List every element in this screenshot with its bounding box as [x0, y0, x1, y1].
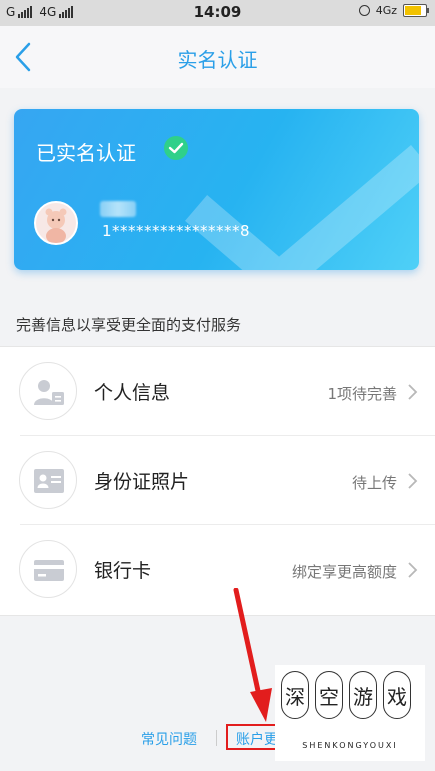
list-item-id-photo[interactable]: 身份证照片 待上传 — [0, 436, 435, 525]
page-title: 实名认证 — [177, 48, 258, 72]
list-item-status: 绑定享更高额度 — [291, 563, 397, 581]
id-card-icon — [19, 451, 77, 509]
list-item-label: 个人信息 — [94, 382, 171, 404]
avatar — [34, 201, 78, 245]
status-bar: G 4G 14:09 4Gz — [0, 0, 435, 26]
section-label: 完善信息以享受更全面的支付服务 — [16, 316, 242, 334]
watermark-char: 游 — [349, 671, 377, 719]
battery-fill — [405, 6, 421, 15]
chevron-right-icon — [408, 384, 418, 400]
list-item-status: 待上传 — [351, 474, 397, 492]
list-item-bank-card[interactable]: 银行卡 绑定享更高额度 — [0, 525, 435, 614]
watermark-char: 空 — [315, 671, 343, 719]
watermark-subtitle: SHENKONGYOUXI — [302, 741, 398, 750]
id-number: 1****************8 — [102, 222, 251, 240]
list-item-label: 身份证照片 — [94, 471, 190, 493]
annotation-arrow-icon — [233, 588, 272, 722]
chevron-right-icon — [408, 473, 418, 489]
blurred-name — [100, 201, 136, 217]
faq-link[interactable]: 常见问题 — [141, 729, 197, 749]
check-circle-icon — [164, 136, 188, 160]
battery-icon — [403, 4, 429, 17]
person-card-icon — [19, 362, 77, 420]
list-item-status: 1项待完善 — [327, 385, 397, 403]
card-check-watermark-icon — [185, 145, 419, 270]
footer-divider — [216, 730, 217, 746]
list-item-personal-info[interactable]: 个人信息 1项待完善 — [0, 347, 435, 436]
bank-card-icon — [19, 540, 77, 598]
account-link-label: 账户更 — [236, 732, 278, 748]
verified-title: 已实名认证 — [36, 141, 136, 165]
nav-bar: 实名认证 — [0, 26, 435, 88]
watermark-char: 戏 — [383, 671, 411, 719]
watermark-char: 深 — [281, 671, 309, 719]
watermark-logo: 深 空 游 戏 SHENKONGYOUXI — [275, 665, 425, 761]
network-label: 4Gz — [375, 4, 397, 17]
info-list: 个人信息 1项待完善 身份证照片 待上传 银行卡 绑定享更高额度 — [0, 346, 435, 616]
verification-card: 已实名认证 1****************8 — [14, 109, 419, 270]
watermark-chars: 深 空 游 戏 — [281, 671, 411, 719]
chevron-right-icon — [408, 562, 418, 578]
alarm-icon — [358, 5, 370, 16]
list-item-label: 银行卡 — [94, 560, 152, 582]
status-right: 4Gz — [358, 4, 429, 17]
